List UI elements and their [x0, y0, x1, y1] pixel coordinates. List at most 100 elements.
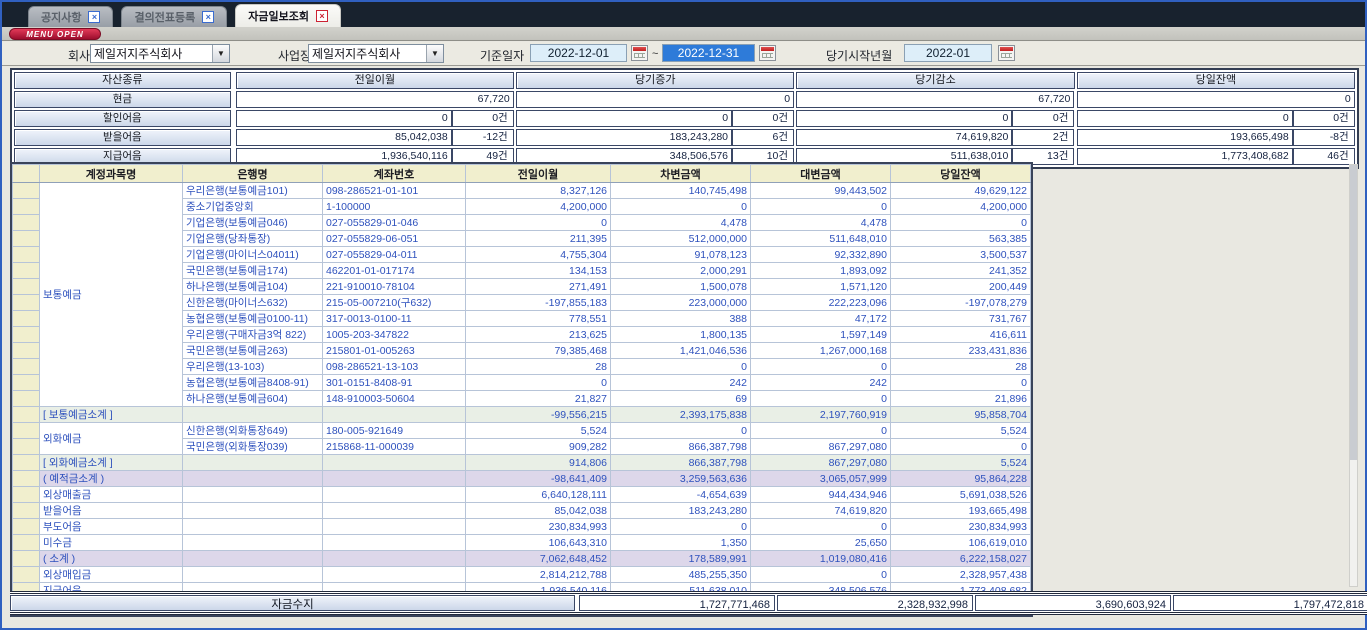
debit-amount-cell[interactable]: 2,393,175,838	[611, 407, 751, 423]
bank-name-cell[interactable]: 하나은행(보통예금604)	[183, 391, 323, 407]
account-label-cell[interactable]: 외상매입금	[40, 567, 183, 583]
prev-balance-cell[interactable]: 6,640,128,111	[466, 487, 611, 503]
debit-amount-cell[interactable]: 866,387,798	[611, 455, 751, 471]
account-label-cell[interactable]: 외상매출금	[40, 487, 183, 503]
credit-amount-cell[interactable]: 867,297,080	[751, 439, 891, 455]
close-icon[interactable]: ×	[202, 11, 214, 23]
debit-amount-cell[interactable]: 2,000,291	[611, 263, 751, 279]
chevron-down-icon[interactable]: ▼	[212, 45, 229, 62]
bank-name-cell[interactable]: 국민은행(외화통장039)	[183, 439, 323, 455]
debit-amount-cell[interactable]: 140,745,498	[611, 183, 751, 199]
account-label-cell[interactable]: [ 보통예금소계 ]	[40, 407, 183, 423]
row-selector[interactable]	[13, 535, 40, 551]
day-balance-cell[interactable]: 5,524	[891, 455, 1031, 471]
prev-balance-cell[interactable]: 4,755,304	[466, 247, 611, 263]
prev-balance-cell[interactable]: 230,834,993	[466, 519, 611, 535]
row-selector[interactable]	[13, 471, 40, 487]
credit-amount-cell[interactable]: 0	[751, 519, 891, 535]
row-selector[interactable]	[13, 247, 40, 263]
credit-amount-cell[interactable]: 511,648,010	[751, 231, 891, 247]
day-balance-cell[interactable]: 3,500,537	[891, 247, 1031, 263]
account-number-cell[interactable]: 301-0151-8408-91	[323, 375, 466, 391]
account-label-cell[interactable]: 부도어음	[40, 519, 183, 535]
day-balance-cell[interactable]: 0	[891, 375, 1031, 391]
table-row[interactable]: 보통예금우리은행(보통예금101)098-286521-01-1018,327,…	[13, 183, 1031, 199]
day-balance-cell[interactable]: 193,665,498	[891, 503, 1031, 519]
bank-name-cell[interactable]	[183, 503, 323, 519]
calendar-icon[interactable]	[998, 45, 1015, 61]
debit-amount-cell[interactable]: 1,350	[611, 535, 751, 551]
bank-name-cell[interactable]: 기업은행(당좌통장)	[183, 231, 323, 247]
debit-amount-cell[interactable]: 91,078,123	[611, 247, 751, 263]
debit-amount-cell[interactable]: 388	[611, 311, 751, 327]
credit-amount-cell[interactable]: 99,443,502	[751, 183, 891, 199]
row-selector[interactable]	[13, 375, 40, 391]
bank-name-cell[interactable]: 우리은행(보통예금101)	[183, 183, 323, 199]
bank-name-cell[interactable]: 우리은행(13-103)	[183, 359, 323, 375]
row-selector[interactable]	[13, 263, 40, 279]
prev-balance-cell[interactable]: -197,855,183	[466, 295, 611, 311]
day-balance-cell[interactable]: 233,431,836	[891, 343, 1031, 359]
account-number-cell[interactable]: 027-055829-04-011	[323, 247, 466, 263]
table-row[interactable]: [ 보통예금소계 ]-99,556,2152,393,175,8382,197,…	[13, 407, 1031, 423]
account-group-cell[interactable]: 보통예금	[40, 183, 183, 407]
account-number-cell[interactable]: 317-0013-0100-11	[323, 311, 466, 327]
row-selector[interactable]	[13, 407, 40, 423]
prev-balance-cell[interactable]: 4,200,000	[466, 199, 611, 215]
prev-balance-cell[interactable]: -98,641,409	[466, 471, 611, 487]
table-row[interactable]: ( 예적금소계 )-98,641,4093,259,563,6363,065,0…	[13, 471, 1031, 487]
credit-amount-cell[interactable]: 944,434,946	[751, 487, 891, 503]
table-row[interactable]: 받을어음85,042,038183,243,28074,619,820193,6…	[13, 503, 1031, 519]
date-to-input[interactable]: 2022-12-31	[662, 44, 755, 62]
row-selector[interactable]	[13, 359, 40, 375]
tab-active[interactable]: 자금일보조회×	[235, 4, 341, 27]
account-number-cell[interactable]: 1005-203-347822	[323, 327, 466, 343]
day-balance-cell[interactable]: 5,524	[891, 423, 1031, 439]
account-number-cell[interactable]: 215-05-007210(구632)	[323, 295, 466, 311]
bank-name-cell[interactable]: 국민은행(보통예금263)	[183, 343, 323, 359]
account-number-cell[interactable]	[323, 551, 466, 567]
debit-amount-cell[interactable]: 4,478	[611, 215, 751, 231]
account-number-cell[interactable]	[323, 487, 466, 503]
prev-balance-cell[interactable]: 106,643,310	[466, 535, 611, 551]
row-selector[interactable]	[13, 439, 40, 455]
bank-name-cell[interactable]: 국민은행(보통예금174)	[183, 263, 323, 279]
credit-amount-cell[interactable]: 3,065,057,999	[751, 471, 891, 487]
account-number-cell[interactable]: 462201-01-017174	[323, 263, 466, 279]
chevron-down-icon[interactable]: ▼	[426, 45, 443, 62]
credit-amount-cell[interactable]: 74,619,820	[751, 503, 891, 519]
account-number-cell[interactable]	[323, 455, 466, 471]
prev-balance-cell[interactable]: 0	[466, 215, 611, 231]
day-balance-cell[interactable]: 2,328,957,438	[891, 567, 1031, 583]
bank-name-cell[interactable]	[183, 407, 323, 423]
credit-amount-cell[interactable]: 0	[751, 359, 891, 375]
period-start-input[interactable]: 2022-01	[904, 44, 992, 62]
prev-balance-cell[interactable]: 28	[466, 359, 611, 375]
debit-amount-cell[interactable]: 485,255,350	[611, 567, 751, 583]
prev-balance-cell[interactable]: 211,395	[466, 231, 611, 247]
bank-name-cell[interactable]: 기업은행(마이너스04011)	[183, 247, 323, 263]
row-selector[interactable]	[13, 279, 40, 295]
prev-balance-cell[interactable]: 8,327,126	[466, 183, 611, 199]
debit-amount-cell[interactable]: 1,500,078	[611, 279, 751, 295]
bank-name-cell[interactable]	[183, 471, 323, 487]
credit-amount-cell[interactable]: 0	[751, 567, 891, 583]
date-from-input[interactable]: 2022-12-01	[530, 44, 627, 62]
account-number-cell[interactable]: 180-005-921649	[323, 423, 466, 439]
table-row[interactable]: 미수금106,643,3101,35025,650106,619,010	[13, 535, 1031, 551]
credit-amount-cell[interactable]: 4,478	[751, 215, 891, 231]
tab-inactive[interactable]: 결의전표등록×	[121, 6, 227, 27]
credit-amount-cell[interactable]: 867,297,080	[751, 455, 891, 471]
prev-balance-cell[interactable]: 134,153	[466, 263, 611, 279]
bank-name-cell[interactable]	[183, 535, 323, 551]
bank-name-cell[interactable]	[183, 455, 323, 471]
bank-name-cell[interactable]: 농협은행(보통예금8408-91)	[183, 375, 323, 391]
row-selector[interactable]	[13, 199, 40, 215]
prev-balance-cell[interactable]: 21,827	[466, 391, 611, 407]
account-number-cell[interactable]: 215868-11-000039	[323, 439, 466, 455]
prev-balance-cell[interactable]: 5,524	[466, 423, 611, 439]
day-balance-cell[interactable]: 49,629,122	[891, 183, 1031, 199]
credit-amount-cell[interactable]: 25,650	[751, 535, 891, 551]
company-select[interactable]: 제일저지주식회사 ▼	[90, 44, 230, 63]
row-selector[interactable]	[13, 455, 40, 471]
